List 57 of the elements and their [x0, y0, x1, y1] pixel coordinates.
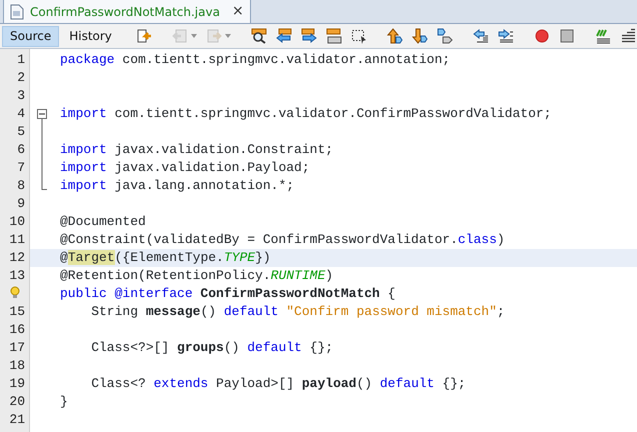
- code-line: public @interface ConfirmPasswordNotMatch {: [60, 285, 396, 303]
- view-tab[interactable]: Source: [2, 26, 60, 46]
- line-number: 18: [9, 358, 25, 373]
- view-tab[interactable]: History: [62, 26, 119, 46]
- code-line: package com.tientt.springmvc.validator.annotation;: [60, 51, 450, 69]
- stop-icon: [558, 28, 575, 44]
- line-number: 10: [9, 214, 25, 229]
- line-number: 21: [9, 412, 25, 427]
- line-number: 1: [17, 52, 25, 67]
- last-edit-icon: [136, 28, 152, 44]
- code-line: String message() default "Confirm password mismatch";: [90, 303, 505, 321]
- record-icon: [534, 28, 550, 44]
- line-number: 20: [9, 394, 25, 409]
- line-number: 2: [17, 70, 25, 85]
- lightbulb-icon[interactable]: [10, 286, 20, 299]
- line-number: 5: [17, 124, 25, 139]
- line-number: 9: [17, 196, 25, 211]
- close-button[interactable]: ×: [232, 1, 244, 22]
- line-number: 13: [9, 268, 25, 283]
- line-number: 8: [17, 178, 25, 193]
- line-number: 12: [9, 250, 25, 265]
- bookmark-icon: [436, 28, 453, 44]
- line-number: 15: [9, 304, 25, 319]
- left-arrow-icon: [276, 28, 292, 44]
- code-line: import java.lang.annotation.*;: [60, 177, 294, 195]
- uncomment-icon: [620, 28, 636, 44]
- right-arrow-icon: [300, 28, 317, 44]
- code-line: import javax.validation.Payload;: [60, 159, 310, 177]
- back-arrow-icon: [172, 28, 188, 44]
- forward-arrow-icon: [206, 28, 222, 44]
- highlight-icon: [326, 28, 342, 44]
- code-line: }: [60, 393, 68, 411]
- code-line: @Constraint(validatedBy = ConfirmPasswordValidator.class): [60, 231, 505, 249]
- line-number: 6: [17, 142, 25, 157]
- comment-icon: [594, 28, 611, 44]
- selection-icon: [350, 28, 367, 44]
- line-number: 7: [17, 160, 25, 175]
- line-number: 11: [9, 232, 25, 247]
- code-line: import com.tientt.springmvc.validator.ConfirmPasswordValidator;: [60, 105, 552, 123]
- file-tab[interactable]: ConfirmPasswordNotMatch.java ×: [3, 0, 251, 23]
- tab-title: ConfirmPasswordNotMatch.java: [30, 4, 220, 20]
- line-number: 4: [17, 106, 25, 121]
- line-number: 17: [9, 340, 25, 355]
- up-arrow-icon: [386, 28, 403, 44]
- code-line: Class<?>[] groups() default {};: [90, 339, 334, 357]
- shift-left-icon: [472, 28, 489, 44]
- code-line: @Documented: [60, 213, 146, 231]
- code-line: import javax.validation.Constraint;: [60, 141, 334, 159]
- code-line: @Retention(RetentionPolicy.RUNTIME): [60, 267, 334, 285]
- line-number: 19: [9, 376, 25, 391]
- code-line: Class<? extends Payload>[] payload() default {};: [90, 375, 466, 393]
- line-number: 3: [17, 88, 25, 103]
- down-arrow-icon: [412, 28, 428, 44]
- java-file-icon: [10, 4, 24, 20]
- line-number: 16: [9, 322, 25, 337]
- shift-right-icon: [498, 28, 514, 44]
- search-icon: [250, 28, 267, 44]
